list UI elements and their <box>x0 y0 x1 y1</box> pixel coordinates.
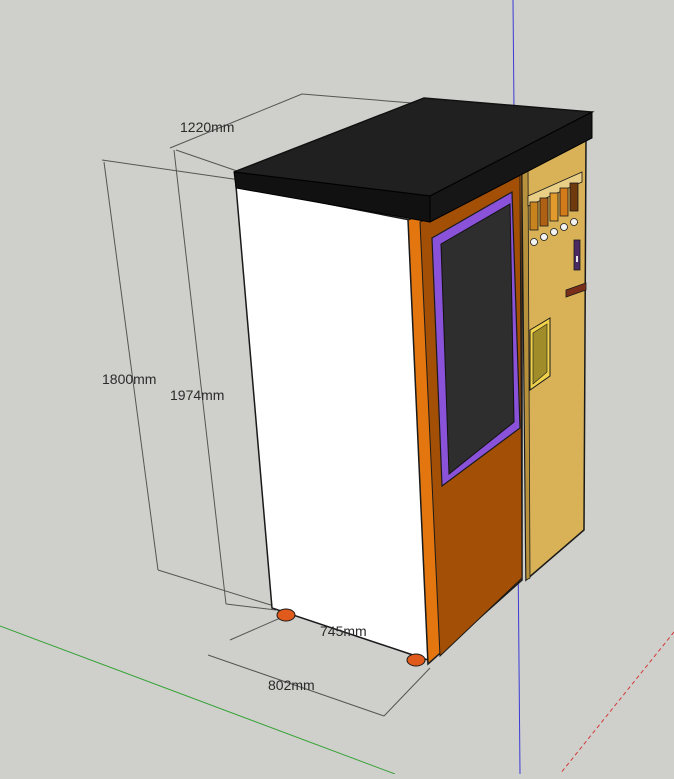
dimension-label-depth-outer: 802mm <box>268 677 315 693</box>
dimension-label-top-width: 1220mm <box>180 119 234 135</box>
kiosk-3d-model-drawing: 1220mm 1800mm 1974mm 745mm 802mm <box>0 0 674 775</box>
select-button-1[interactable] <box>530 238 538 246</box>
caster-wheel-front-right <box>406 653 426 667</box>
card-reader[interactable] <box>573 239 581 271</box>
dimension-label-height-body: 1800mm <box>102 371 156 387</box>
select-button-5[interactable] <box>570 218 578 226</box>
side-panel <box>235 185 429 662</box>
select-button-2[interactable] <box>540 233 548 241</box>
axis-red-dashed <box>559 631 674 775</box>
axis-green <box>0 625 396 775</box>
dimension-label-depth-inner: 745mm <box>320 623 367 639</box>
select-button-3[interactable] <box>550 228 558 236</box>
sketchup-viewport[interactable]: 1220mm 1800mm 1974mm 745mm 802mm <box>0 0 674 775</box>
card-reader-slot <box>576 256 578 262</box>
dimension-label-height-total: 1974mm <box>170 387 224 403</box>
select-button-4[interactable] <box>560 223 568 231</box>
caster-wheel-front-left <box>276 608 296 622</box>
